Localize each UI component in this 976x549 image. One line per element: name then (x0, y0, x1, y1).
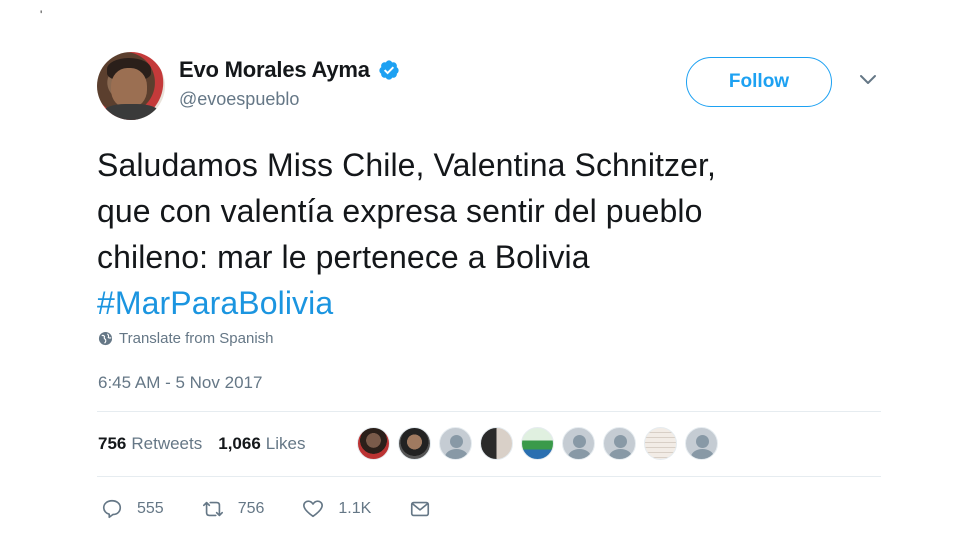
reply-icon (102, 499, 122, 519)
retweet-icon (202, 501, 223, 517)
liker-avatar[interactable] (685, 427, 718, 460)
retweets-stat[interactable]: 756 Retweets (98, 434, 202, 454)
divider (97, 411, 881, 412)
liker-avatar[interactable] (357, 427, 390, 460)
hashtag-link[interactable]: #MarParaBolivia (97, 280, 897, 326)
avatar[interactable] (97, 52, 165, 120)
user-handle[interactable]: @evoespueblo (179, 89, 400, 110)
liker-avatar[interactable] (644, 427, 677, 460)
likes-count: 1,066 (218, 434, 261, 453)
globe-icon (98, 331, 113, 346)
tweet-text: Saludamos Miss Chile, Valentina Schnitze… (97, 142, 897, 326)
liker-avatar[interactable] (521, 427, 554, 460)
reply-count: 555 (137, 500, 164, 517)
reply-button[interactable]: 555 (101, 498, 164, 520)
retweet-count: 756 (237, 500, 265, 517)
tweet-actions: 555 756 1.1K (101, 498, 469, 520)
retweet-button[interactable]: 756 (202, 498, 265, 520)
display-name[interactable]: Evo Morales Ayma (179, 57, 370, 83)
direct-message-button[interactable] (409, 498, 431, 520)
display-name-row[interactable]: Evo Morales Ayma (179, 57, 400, 83)
liker-avatar[interactable] (398, 427, 431, 460)
tweet-header: Evo Morales Ayma @evoespueblo Follow (97, 52, 887, 122)
tweet-line: chileno: mar le pertenece a Bolivia (97, 239, 590, 275)
divider (97, 476, 881, 477)
engagement-stats: 756 Retweets 1,066 Likes (98, 434, 305, 454)
chevron-down-icon[interactable] (859, 74, 877, 86)
heart-icon (303, 500, 324, 518)
like-count: 1.1K (338, 500, 372, 517)
liker-avatar[interactable] (439, 427, 472, 460)
message-icon (411, 501, 430, 517)
stray-mark: ' (40, 8, 43, 22)
translate-link[interactable]: Translate from Spanish (98, 330, 274, 347)
retweets-label: Retweets (131, 434, 203, 453)
tweet-line: que con valentía expresa sentir del pueb… (97, 193, 703, 229)
follow-button[interactable]: Follow (686, 57, 832, 107)
verified-badge-icon (379, 60, 399, 80)
timestamp[interactable]: 6:45 AM - 5 Nov 2017 (98, 373, 262, 393)
liker-avatar[interactable] (480, 427, 513, 460)
liker-avatar[interactable] (562, 427, 595, 460)
like-button[interactable]: 1.1K (302, 498, 371, 520)
retweets-count: 756 (98, 434, 127, 453)
liker-avatars (357, 427, 718, 460)
likes-label: Likes (265, 434, 306, 453)
user-info: Evo Morales Ayma @evoespueblo (179, 57, 400, 110)
tweet-line: Saludamos Miss Chile, Valentina Schnitze… (97, 147, 717, 183)
liker-avatar[interactable] (603, 427, 636, 460)
likes-stat[interactable]: 1,066 Likes (218, 434, 305, 454)
translate-label[interactable]: Translate from Spanish (119, 330, 274, 347)
